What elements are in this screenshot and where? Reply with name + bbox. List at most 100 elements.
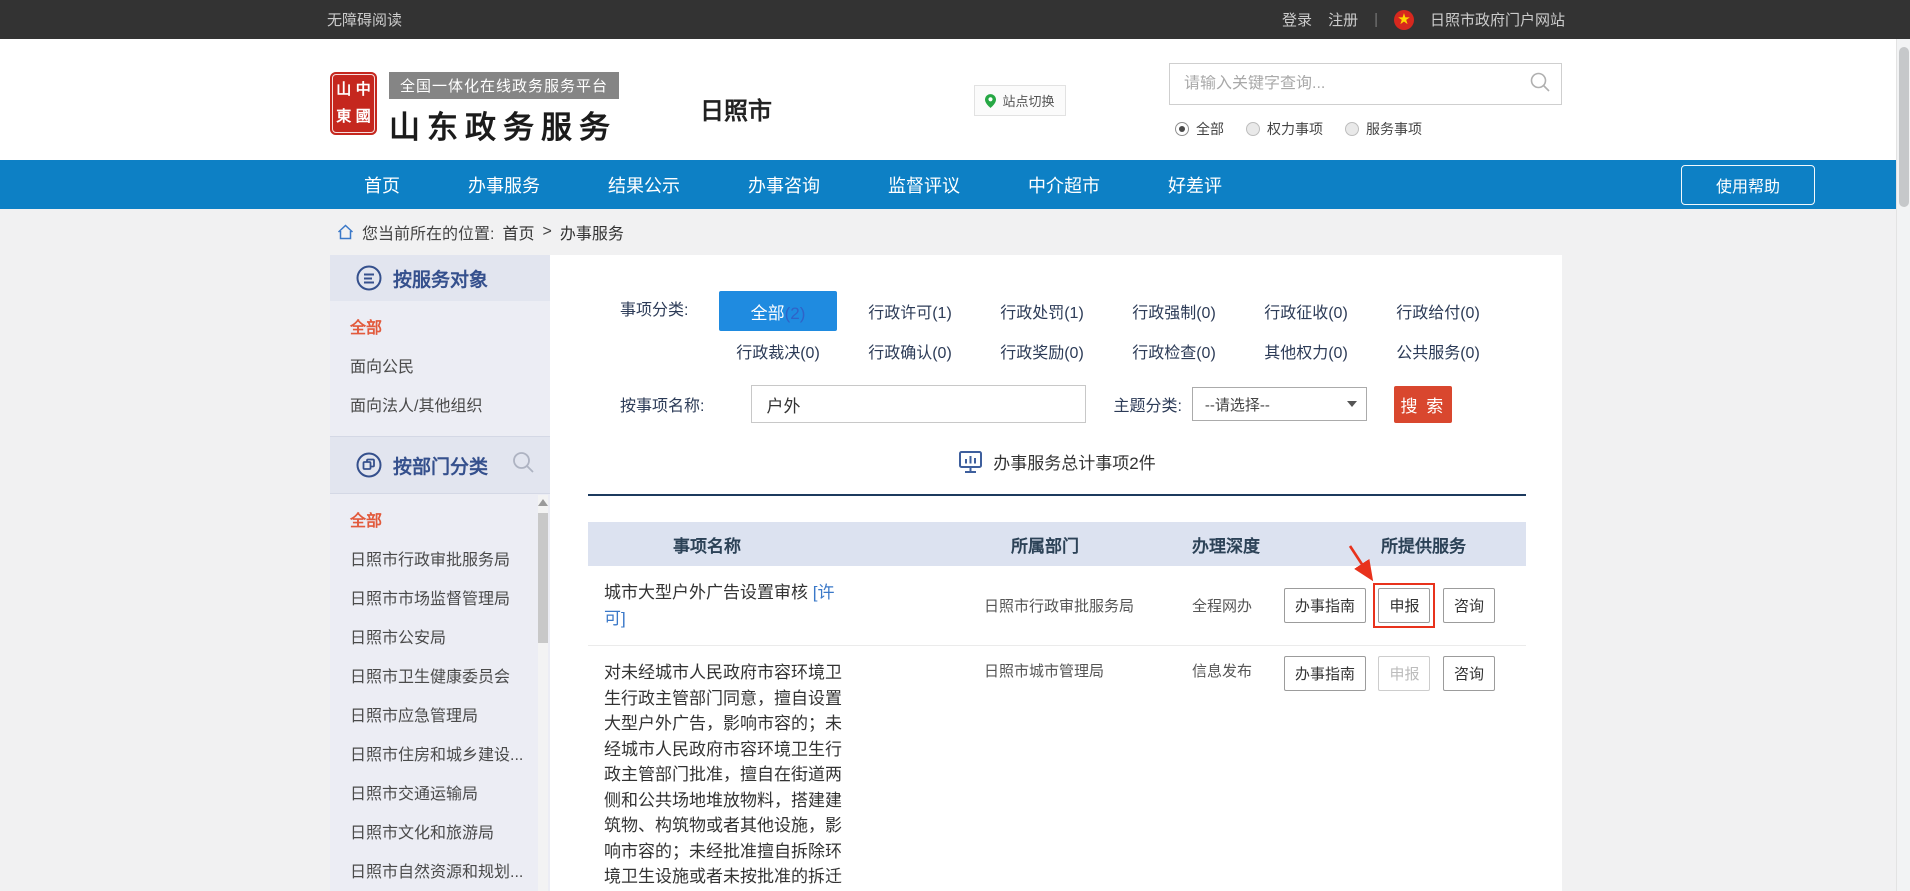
category-qitaquanli[interactable]: 其他权力(0) <box>1240 339 1372 363</box>
topic-category-select[interactable]: --请选择-- <box>1192 387 1367 421</box>
chart-monitor-icon <box>958 450 983 474</box>
filter-sidebar: 按服务对象 全部 面向公民 面向法人/其他组织 按部门分类 全部 日照市行政审批… <box>330 255 550 891</box>
sidebar-section-department: 按部门分类 <box>330 436 550 494</box>
department-item[interactable]: 日照市文化和旅游局 <box>350 814 550 853</box>
nav-item-consult[interactable]: 办事咨询 <box>714 172 854 198</box>
site-switch-button[interactable]: 站点切换 <box>974 85 1066 116</box>
search-icon[interactable] <box>1529 71 1551 98</box>
category-gonggongfuwu[interactable]: 公共服务(0) <box>1372 339 1504 363</box>
item-name-link[interactable]: 城市大型户外广告设置审核 <box>604 583 808 602</box>
department-item[interactable]: 日照市交通运输局 <box>350 775 550 814</box>
site-logo[interactable]: 山 中 東 國 全国一体化在线政务服务平台 山东政务服务 <box>330 72 619 147</box>
item-depth: 全程网办 <box>1188 595 1284 616</box>
home-icon <box>337 224 354 240</box>
table-row: 城市大型户外广告设置审核 [许可] 日照市行政审批服务局 全程网办 办事指南 申… <box>588 566 1526 646</box>
browser-scrollbar-thumb[interactable] <box>1899 47 1909 207</box>
department-search-icon[interactable] <box>511 450 535 480</box>
audience-item-legal[interactable]: 面向法人/其他组织 <box>350 387 550 426</box>
scope-radio-service-items[interactable]: 服务事项 <box>1345 119 1422 139</box>
circle-list-icon <box>356 265 382 291</box>
breadcrumb-home-link[interactable]: 首页 <box>502 220 534 244</box>
apply-button[interactable]: 申报 <box>1378 588 1430 623</box>
content-area: 按服务对象 全部 面向公民 面向法人/其他组织 按部门分类 全部 日照市行政审批… <box>330 255 1562 891</box>
radio-unselected-icon <box>1246 122 1260 136</box>
table-top-divider <box>588 494 1526 496</box>
department-item[interactable]: 日照市住房和城乡建设... <box>350 736 550 775</box>
item-department: 日照市城市管理局 <box>968 646 1188 681</box>
category-xingzhengzhengshou[interactable]: 行政征收(0) <box>1240 299 1372 323</box>
item-name-link[interactable]: 对未经城市人民政府市容环境卫生行政主管部门同意，擅自设置大型户外广告，影响市容的… <box>604 660 843 891</box>
scrollbar-thumb[interactable] <box>538 513 548 643</box>
header: 山 中 東 國 全国一体化在线政务服务平台 山东政务服务 日照市 站点切换 <box>0 39 1910 160</box>
category-xingzhengjiangli[interactable]: 行政奖励(0) <box>976 339 1108 363</box>
category-xingzhengqueren[interactable]: 行政确认(0) <box>844 339 976 363</box>
category-xingzhengjiancha[interactable]: 行政检查(0) <box>1108 339 1240 363</box>
dropdown-arrow-icon <box>1347 401 1357 407</box>
table-header-row: 事项名称 所属部门 办理深度 所提供服务 <box>588 522 1526 566</box>
results-table: 事项名称 所属部门 办理深度 所提供服务 城市大型户外广告设置审核 [许可] 日… <box>588 522 1526 891</box>
department-item[interactable]: 日照市应急管理局 <box>350 697 550 736</box>
category-xingzhengcaijue[interactable]: 行政裁决(0) <box>712 339 844 363</box>
category-filter-label: 事项分类: <box>620 291 712 363</box>
consult-button[interactable]: 咨询 <box>1443 588 1495 623</box>
audience-item-citizen[interactable]: 面向公民 <box>350 348 550 387</box>
site-name: 山东政务服务 <box>389 102 619 147</box>
table-row: 对未经城市人民政府市容环境卫生行政主管部门同意，擅自设置大型户外广告，影响市容的… <box>588 646 1526 891</box>
main-panel: 事项分类: 全部(2) 行政许可(1) 行政处罚(1) 行政强制(0) 行政征收… <box>550 255 1562 891</box>
scrollbar-up-arrow-icon[interactable] <box>538 499 548 506</box>
category-all-button[interactable]: 全部(2) <box>719 291 837 331</box>
sidebar-scrollbar[interactable] <box>538 495 548 891</box>
login-link[interactable]: 登录 <box>1282 9 1312 30</box>
department-item[interactable]: 日照市自然资源和规划... <box>350 853 550 891</box>
scope-radio-power-items[interactable]: 权力事项 <box>1246 119 1323 139</box>
guide-button[interactable]: 办事指南 <box>1284 588 1366 623</box>
department-item[interactable]: 日照市行政审批服务局 <box>350 541 550 580</box>
department-item[interactable]: 日照市公安局 <box>350 619 550 658</box>
radio-unselected-icon <box>1345 122 1359 136</box>
consult-button[interactable]: 咨询 <box>1443 656 1495 691</box>
keyword-search-box <box>1169 63 1562 105</box>
register-link[interactable]: 注册 <box>1328 9 1358 30</box>
shandong-seal-icon: 山 中 東 國 <box>330 72 377 135</box>
scope-radio-all[interactable]: 全部 <box>1175 119 1224 139</box>
nav-item-supervision[interactable]: 监督评议 <box>854 172 994 198</box>
category-xingzhengxuke[interactable]: 行政许可(1) <box>844 299 976 323</box>
keyword-search-input[interactable] <box>1170 75 1529 93</box>
nav-item-rating[interactable]: 好差评 <box>1134 172 1256 198</box>
item-name-input[interactable] <box>751 385 1086 423</box>
portal-link[interactable]: 日照市政府门户网站 <box>1430 9 1565 30</box>
category-xingzhengchufa[interactable]: 行政处罚(1) <box>976 299 1108 323</box>
department-item[interactable]: 日照市卫生健康委员会 <box>350 658 550 697</box>
search-button[interactable]: 搜 索 <box>1394 386 1452 423</box>
header-depth: 办理深度 <box>1188 532 1284 557</box>
accessibility-link[interactable]: 无障碍阅读 <box>327 9 402 30</box>
nav-item-results[interactable]: 结果公示 <box>574 172 714 198</box>
header-department: 所属部门 <box>968 532 1188 557</box>
location-pin-icon <box>985 94 996 108</box>
platform-label: 全国一体化在线政务服务平台 <box>389 72 619 99</box>
browser-scrollbar[interactable] <box>1896 39 1910 891</box>
department-list: 全部 日照市行政审批服务局 日照市市场监督管理局 日照市公安局 日照市卫生健康委… <box>330 494 550 891</box>
category-xingzhenggeifu[interactable]: 行政给付(0) <box>1372 299 1504 323</box>
item-depth: 信息发布 <box>1188 646 1284 681</box>
topbar-divider: | <box>1374 11 1378 28</box>
radio-selected-icon <box>1175 122 1189 136</box>
breadcrumb: 您当前所在的位置: 首页 > 办事服务 <box>337 209 1910 255</box>
department-item-all[interactable]: 全部 <box>350 502 550 541</box>
topbar: 无障碍阅读 登录 注册 | ★ 日照市政府门户网站 <box>0 0 1910 39</box>
department-item[interactable]: 日照市市场监督管理局 <box>350 580 550 619</box>
category-xingzhengqiangzhi[interactable]: 行政强制(0) <box>1108 299 1240 323</box>
help-button[interactable]: 使用帮助 <box>1681 165 1815 205</box>
department-category-icon <box>356 452 382 478</box>
nav-item-home[interactable]: 首页 <box>330 172 434 198</box>
nav-item-services[interactable]: 办事服务 <box>434 172 574 198</box>
main-nav: 首页 办事服务 结果公示 办事咨询 监督评议 中介超市 好差评 使用帮助 <box>0 160 1910 209</box>
category-filter: 事项分类: 全部(2) 行政许可(1) 行政处罚(1) 行政强制(0) 行政征收… <box>588 291 1526 363</box>
audience-item-all[interactable]: 全部 <box>350 309 550 348</box>
national-emblem-icon: ★ <box>1394 10 1414 30</box>
breadcrumb-current: 办事服务 <box>560 220 624 244</box>
guide-button[interactable]: 办事指南 <box>1284 656 1366 691</box>
nav-item-intermediary[interactable]: 中介超市 <box>994 172 1134 198</box>
apply-button-disabled: 申报 <box>1378 656 1430 691</box>
annotation-highlight-box: 申报 <box>1378 588 1430 623</box>
